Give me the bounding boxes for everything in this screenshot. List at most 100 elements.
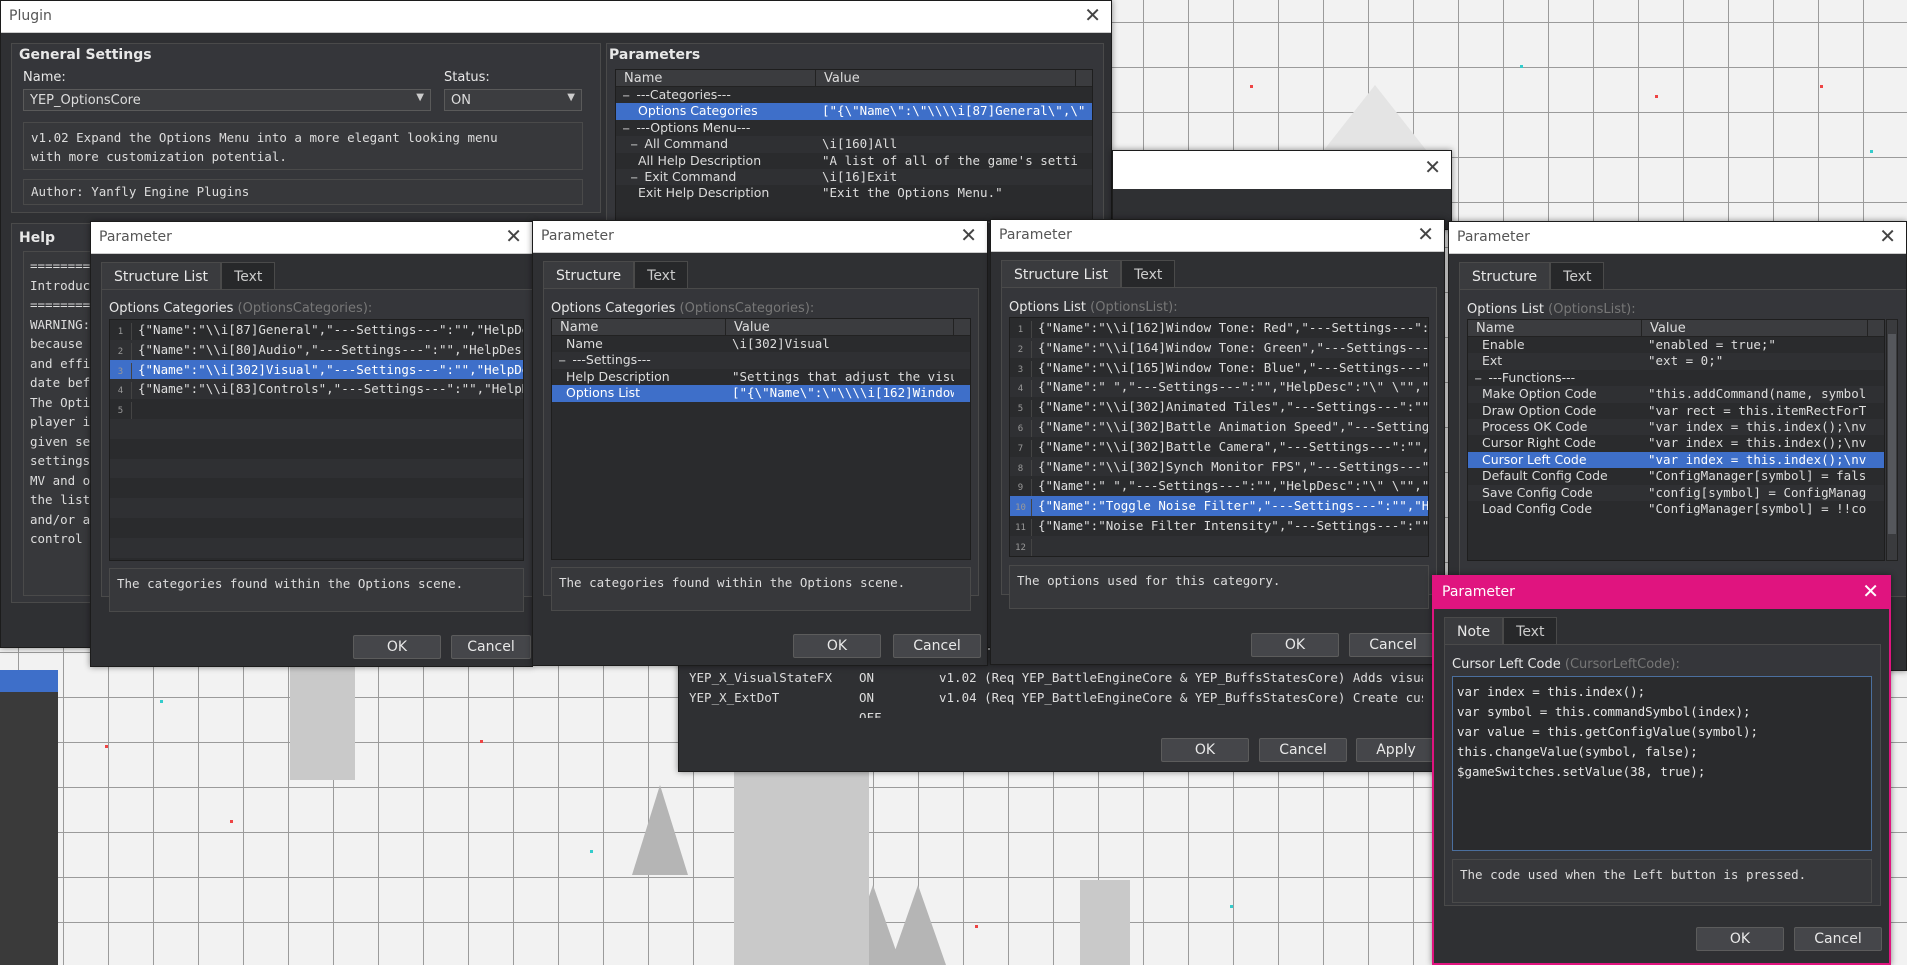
table-row[interactable]: Process OK Code "var index = this.index()…: [1468, 418, 1884, 436]
list-item[interactable]: 10 {"Name":"Toggle Noise Filter","---Sett…: [1010, 496, 1428, 516]
collapse-icon[interactable]: −: [622, 91, 630, 102]
plugin-row[interactable]: YEP_X_ExtDoT ON v1.04 (Req YEP_BattleEngin…: [689, 688, 1423, 708]
list-item[interactable]: 12: [1010, 535, 1428, 556]
tab-text[interactable]: Text: [221, 262, 276, 289]
list-item[interactable]: 4 {"Name":"\\i[83]Controls","---Settings-…: [110, 379, 523, 400]
table-row[interactable]: − ---Functions---: [1468, 370, 1884, 386]
list-item[interactable]: [110, 537, 523, 558]
table-row[interactable]: Save Config Code "config[symbol] = Config…: [1468, 484, 1884, 501]
table-row[interactable]: − ---Settings---: [552, 352, 970, 369]
table-row[interactable]: Cursor Left Code "var index = this.index(…: [1468, 451, 1884, 469]
table-row[interactable]: Ext "ext = 0;": [1468, 353, 1884, 370]
table-row[interactable]: Default Config Code "ConfigManager[symbol…: [1468, 468, 1884, 484]
close-icon[interactable]: ✕: [1417, 224, 1434, 244]
close-icon[interactable]: ✕: [1879, 226, 1896, 246]
list-item[interactable]: 3 {"Name":"\\i[165]Window Tone: Blue","--…: [1010, 358, 1428, 378]
close-icon[interactable]: ✕: [1424, 155, 1441, 179]
tab-text[interactable]: Text: [1550, 262, 1605, 289]
scrollbar-thumb[interactable]: [1888, 334, 1896, 534]
list-item[interactable]: 4 {"Name":" ","---Settings---":"","HelpDe…: [1010, 377, 1428, 398]
plugin-row[interactable]: -------------------- OFF -----------------…: [689, 708, 1423, 718]
list-item[interactable]: 2 {"Name":"\\i[80]Audio","---Settings---"…: [110, 339, 523, 360]
table-row[interactable]: − ---Options Menu---: [616, 120, 1092, 136]
tab-structure-list[interactable]: Structure List: [101, 262, 222, 289]
table-row[interactable]: Help Description "Settings that adjust th…: [552, 369, 970, 385]
field-label: Options Categories (OptionsCategories):: [109, 301, 372, 316]
table-row[interactable]: − ---Categories---: [616, 87, 1092, 103]
table-row[interactable]: Options Categories ["{\"Name\":\"\\\\i[87…: [616, 103, 1092, 120]
list-item[interactable]: [110, 498, 523, 518]
cancel-button[interactable]: Cancel: [1794, 927, 1882, 951]
list-item[interactable]: 7 {"Name":"\\i[302]Battle Camera","---Set…: [1010, 437, 1428, 457]
close-icon[interactable]: ✕: [960, 225, 977, 245]
plugin-name-select[interactable]: YEP_OptionsCore ▼: [23, 89, 431, 111]
list-item[interactable]: 9 {"Name":" ","---Settings---":"","HelpDe…: [1010, 476, 1428, 497]
structure-table[interactable]: Name Value Name \i[302]Visual − ---Settings-…: [551, 318, 971, 560]
list-item[interactable]: 3 {"Name":"\\i[302]Visual","---Settings--…: [110, 359, 523, 380]
collapse-icon[interactable]: −: [1474, 374, 1482, 385]
list-item[interactable]: [110, 418, 523, 439]
line-number: 12: [1010, 538, 1032, 556]
list-item[interactable]: 2 {"Name":"\\i[164]Window Tone: Green","-…: [1010, 337, 1428, 358]
cancel-button[interactable]: Cancel: [451, 635, 531, 659]
list-item[interactable]: [110, 439, 523, 459]
ok-button[interactable]: OK: [793, 634, 881, 658]
table-row[interactable]: Draw Option Code "var rect = this.itemRec…: [1468, 403, 1884, 419]
parameters-rows: − ---Categories--- Options Categories ["{\"…: [616, 87, 1092, 202]
table-row[interactable]: All Help Description "A list of all of th…: [616, 153, 1092, 169]
structure-table[interactable]: Name Value Enable "enabled = true;" Ext "ext…: [1467, 319, 1885, 561]
table-row[interactable]: Options List ["{\"Name\":\"\\\\i[162]Wind…: [552, 385, 970, 402]
collapse-icon[interactable]: −: [630, 173, 638, 184]
structure-list[interactable]: 1 {"Name":"\\i[87]General","---Settings--…: [109, 319, 524, 561]
plugin-row[interactable]: YEP_X_VisualStateFX ON v1.02 (Req YEP_Batt…: [689, 668, 1423, 688]
list-item[interactable]: 6 {"Name":"\\i[302]Battle Animation Speed…: [1010, 416, 1428, 437]
code-line: var index = this.index();: [1457, 684, 1646, 699]
tab-text[interactable]: Text: [1503, 617, 1558, 644]
list-item[interactable]: [110, 518, 523, 538]
ok-button[interactable]: OK: [353, 635, 441, 659]
list-item[interactable]: 8 {"Name":"\\i[302]Synch Monitor FPS","--…: [1010, 456, 1428, 477]
structure-list[interactable]: 1 {"Name":"\\i[162]Window Tone: Red","---…: [1009, 317, 1429, 557]
list-item[interactable]: 1 {"Name":"\\i[162]Window Tone: Red","---…: [1010, 318, 1428, 338]
list-item[interactable]: 11 {"Name":"Noise Filter Intensity","---S…: [1010, 516, 1428, 536]
row-name-text: Exit Command: [644, 168, 737, 184]
table-row[interactable]: Name \i[302]Visual: [552, 336, 970, 352]
code-editor[interactable]: var index = this.index(); var symbol = th…: [1452, 676, 1872, 851]
ok-button[interactable]: OK: [1251, 633, 1339, 657]
collapse-icon[interactable]: −: [622, 124, 630, 135]
close-icon[interactable]: ✕: [1862, 581, 1879, 601]
table-row[interactable]: Cursor Right Code "var index = this.index…: [1468, 435, 1884, 451]
close-icon[interactable]: ✕: [505, 226, 522, 246]
table-row[interactable]: Make Option Code "this.addCommand(name, s…: [1468, 386, 1884, 403]
ok-button[interactable]: OK: [1696, 927, 1784, 951]
tab-structure-list[interactable]: Structure List: [1001, 260, 1122, 287]
table-row[interactable]: − All Command \i[160]All: [616, 136, 1092, 153]
list-item[interactable]: [110, 478, 523, 498]
column-header-value: Value: [816, 70, 1076, 86]
ok-button[interactable]: OK: [1161, 738, 1249, 762]
apply-button[interactable]: Apply: [1356, 738, 1436, 762]
list-item[interactable]: 1 {"Name":"\\i[87]General","---Settings--…: [110, 320, 523, 340]
list-item[interactable]: 5 {"Name":"\\i[302]Animated Tiles","---Se…: [1010, 397, 1428, 417]
table-row[interactable]: Load Config Code "ConfigManager[symbol] =…: [1468, 501, 1884, 517]
list-item[interactable]: [110, 458, 523, 479]
collapse-icon[interactable]: −: [558, 356, 566, 367]
table-row[interactable]: − Exit Command \i[16]Exit: [616, 168, 1092, 186]
close-icon[interactable]: ✕: [1084, 5, 1101, 25]
tab-structure[interactable]: Structure: [1459, 262, 1551, 289]
tab-text[interactable]: Text: [634, 261, 689, 288]
tab-structure[interactable]: Structure: [543, 261, 635, 288]
column-header-value: Value: [726, 319, 954, 335]
vertical-scrollbar[interactable]: [1886, 319, 1898, 561]
dialog-titlebar: Parameter ✕: [91, 222, 532, 254]
cancel-button[interactable]: Cancel: [1349, 633, 1437, 657]
table-row[interactable]: Exit Help Description "Exit the Options M…: [616, 185, 1092, 201]
status-select[interactable]: ON ▼: [444, 89, 582, 111]
collapse-icon[interactable]: −: [630, 140, 638, 151]
table-row[interactable]: Enable "enabled = true;": [1468, 337, 1884, 353]
cancel-button[interactable]: Cancel: [1259, 738, 1347, 762]
list-item[interactable]: 5: [110, 399, 523, 419]
tab-text[interactable]: Text: [1121, 260, 1176, 287]
cancel-button[interactable]: Cancel: [893, 634, 981, 658]
tab-note[interactable]: Note: [1444, 617, 1504, 644]
